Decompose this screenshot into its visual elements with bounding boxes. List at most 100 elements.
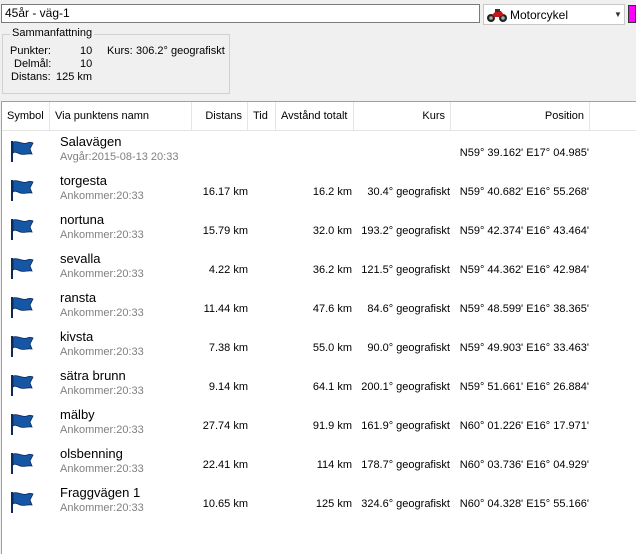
waypoint-total: 125 km [315, 498, 352, 510]
table-row[interactable]: sevalla Ankommer:20:33 4.22 km 36.2 km 121.5… [2, 250, 636, 289]
summary-panel: Sammanfattning Punkter: 10 Kurs: 306.2° … [2, 27, 230, 94]
legs-value: 10 [80, 58, 93, 70]
flag-icon [11, 492, 34, 513]
route-name-input[interactable] [1, 4, 480, 23]
table-header: Symbol Via punktens namn Distans Tid Avs… [2, 102, 636, 131]
column-position[interactable]: Position [451, 102, 590, 130]
flag-icon [11, 453, 34, 474]
waypoint-time: Ankommer:20:33 [60, 346, 144, 358]
course-label: Kurs: [107, 45, 133, 57]
flag-icon [11, 258, 34, 279]
waypoint-distance: 22.41 km [202, 459, 248, 471]
course-value: 306.2° geografiskt [136, 45, 225, 57]
waypoint-distance: 10.65 km [202, 498, 248, 510]
table-row[interactable]: nortuna Ankommer:20:33 15.79 km 32.0 km 193.… [2, 211, 636, 250]
table-row[interactable]: olsbenning Ankommer:20:33 22.41 km 114 km 17… [2, 445, 636, 484]
column-course[interactable]: Kurs [354, 102, 451, 130]
toolbar: Motorcykel ▼ [0, 0, 636, 28]
waypoint-time: Ankommer:20:33 [60, 424, 144, 436]
waypoint-course: 121.5° geografiskt [361, 264, 450, 276]
waypoint-course: 200.1° geografiskt [361, 381, 450, 393]
column-symbol[interactable]: Symbol [2, 102, 50, 130]
flag-icon [11, 297, 34, 318]
waypoint-position: N60° 03.736' E16° 04.929' [459, 459, 589, 471]
flag-icon [11, 375, 34, 396]
waypoint-position: N60° 01.226' E16° 17.971' [459, 420, 589, 432]
table-row[interactable]: torgesta Ankommer:20:33 16.17 km 16.2 km 30.… [2, 172, 636, 211]
waypoint-total: 91.9 km [312, 420, 352, 432]
flag-icon [11, 336, 34, 357]
waypoint-time: Ankommer:20:33 [60, 463, 144, 475]
waypoint-time: Ankommer:20:33 [60, 307, 144, 319]
waypoint-course: 30.4° geografiskt [367, 186, 450, 198]
points-value: 10 [80, 45, 93, 57]
table-row[interactable]: ransta Ankommer:20:33 11.44 km 47.6 km 84.6°… [2, 289, 636, 328]
waypoint-time: Ankommer:20:33 [60, 385, 144, 397]
waypoint-total: 55.0 km [312, 342, 352, 354]
waypoint-distance: 11.44 km [203, 303, 248, 315]
table-row[interactable]: Fraggvägen 1 Ankommer:20:33 10.65 km 125 km… [2, 484, 636, 523]
legs-label: Delmål: [14, 58, 52, 70]
waypoint-name: Salavägen [60, 134, 122, 149]
table-row[interactable]: Salavägen Avgår:2015-08-13 20:33 N59° 39.1… [2, 133, 636, 172]
summary-title: Sammanfattning [10, 27, 95, 39]
route-color-swatch[interactable] [628, 5, 636, 23]
waypoint-name: Fraggvägen 1 [60, 485, 141, 500]
waypoint-position: N59° 48.599' E16° 38.365' [459, 303, 589, 315]
column-name[interactable]: Via punktens namn [50, 102, 192, 130]
waypoint-course: 324.6° geografiskt [361, 498, 450, 510]
waypoint-time: Ankommer:20:33 [60, 190, 144, 202]
waypoint-name: mälby [60, 407, 95, 422]
flag-icon [11, 219, 34, 240]
waypoint-position: N59° 39.162' E17° 04.985' [459, 147, 589, 159]
waypoint-position: N59° 40.682' E16° 55.268' [459, 186, 589, 198]
waypoint-name: sevalla [60, 251, 101, 266]
waypoint-time: Ankommer:20:33 [60, 229, 144, 241]
column-total[interactable]: Avstånd totalt [276, 102, 354, 130]
waypoint-position: N59° 44.362' E16° 42.984' [459, 264, 589, 276]
waypoint-name: torgesta [60, 173, 107, 188]
waypoint-distance: 15.79 km [202, 225, 248, 237]
flag-icon [11, 180, 34, 201]
vehicle-dropdown[interactable]: Motorcykel ▼ [483, 4, 625, 25]
distance-label: Distans: [11, 71, 51, 83]
waypoint-course: 90.0° geografiskt [367, 342, 450, 354]
column-distance[interactable]: Distans [192, 102, 248, 130]
waypoint-course: 178.7° geografiskt [361, 459, 450, 471]
waypoint-time: Avgår:2015-08-13 20:33 [60, 151, 179, 163]
waypoint-distance: 16.17 km [202, 186, 248, 198]
table-row[interactable]: sätra brunn Ankommer:20:33 9.14 km 64.1 km 2… [2, 367, 636, 406]
waypoint-position: N60° 04.328' E15° 55.166' [459, 498, 589, 510]
waypoint-time: Ankommer:20:33 [60, 268, 144, 280]
waypoint-name: sätra brunn [60, 368, 126, 383]
waypoint-total: 36.2 km [312, 264, 352, 276]
waypoint-name: ransta [60, 290, 97, 305]
waypoint-distance: 9.14 km [208, 381, 248, 393]
waypoint-position: N59° 49.903' E16° 33.463' [459, 342, 589, 354]
column-time[interactable]: Tid [248, 102, 276, 130]
waypoint-total: 64.1 km [312, 381, 352, 393]
waypoint-distance: 27.74 km [202, 420, 248, 432]
waypoint-position: N59° 42.374' E16° 43.464' [459, 225, 589, 237]
waypoint-position: N59° 51.661' E16° 26.884' [459, 381, 589, 393]
waypoint-time: Ankommer:20:33 [60, 502, 144, 514]
waypoint-table[interactable]: Symbol Via punktens namn Distans Tid Avs… [1, 101, 636, 554]
waypoint-distance: 4.22 km [208, 264, 248, 276]
distance-value: 125 km [56, 71, 93, 83]
waypoint-total: 114 km [316, 459, 352, 471]
chevron-down-icon: ▼ [614, 10, 622, 19]
waypoint-total: 32.0 km [312, 225, 352, 237]
flag-icon [11, 141, 34, 162]
waypoint-name: nortuna [60, 212, 105, 227]
waypoint-course: 84.6° geografiskt [367, 303, 450, 315]
waypoint-name: olsbenning [60, 446, 123, 461]
motorcycle-icon [487, 8, 507, 22]
waypoint-total: 16.2 km [312, 186, 352, 198]
table-row[interactable]: kivsta Ankommer:20:33 7.38 km 55.0 km 90.0° … [2, 328, 636, 367]
waypoint-course: 161.9° geografiskt [361, 420, 450, 432]
vehicle-label: Motorcykel [510, 7, 569, 22]
table-row[interactable]: mälby Ankommer:20:33 27.74 km 91.9 km 161.9°… [2, 406, 636, 445]
waypoint-total: 47.6 km [312, 303, 352, 315]
flag-icon [11, 414, 34, 435]
waypoint-name: kivsta [60, 329, 94, 344]
